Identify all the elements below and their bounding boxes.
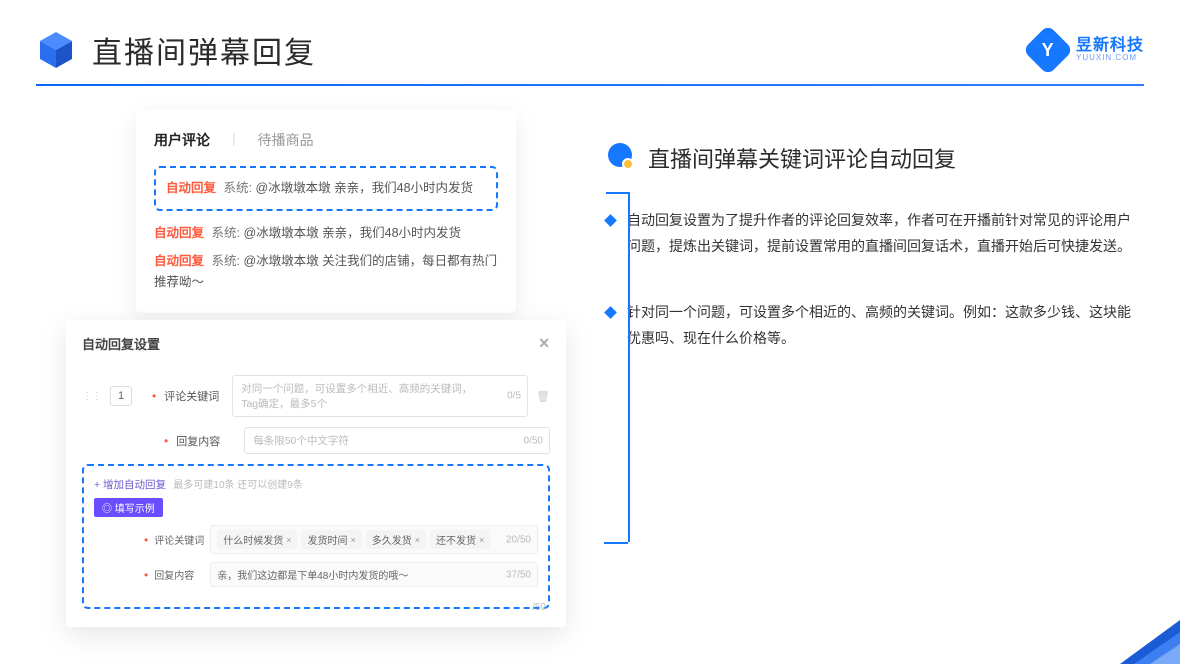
brand-name: 昱新科技 xyxy=(1076,37,1144,55)
tag-remove-icon[interactable]: × xyxy=(415,535,420,545)
keyword-input[interactable]: 对同一个问题，可设置多个相近、高频的关键词，Tag确定，最多5个 0/5 xyxy=(232,375,528,417)
tag-remove-icon[interactable]: × xyxy=(286,535,291,545)
settings-title: 自动回复设置 xyxy=(82,334,160,353)
close-icon[interactable]: ✕ xyxy=(538,335,550,352)
page-title: 直播间弹幕回复 xyxy=(92,28,316,72)
connector-line xyxy=(604,542,628,544)
example-reply-input[interactable]: 亲，我们这边都是下单48小时内发货的哦～ 37/50 xyxy=(210,562,538,587)
highlighted-comment: 自动回复 系统: @冰墩墩本墩 亲亲，我们48小时内发货 xyxy=(154,166,498,211)
reply-label: 回复内容 xyxy=(176,433,236,449)
bullet-text: 自动回复设置为了提升作者的评论回复效率，作者可在开播前针对常见的评论用户问题，提… xyxy=(627,208,1144,260)
comments-tabs: 用户评论 | 待播商品 xyxy=(154,130,498,150)
right-column: 直播间弹幕关键词评论自动回复 自动回复设置为了提升作者的评论回复效率，作者可在开… xyxy=(606,102,1144,392)
auto-reply-settings-modal: 自动回复设置 ✕ ⋮⋮ 1 • 评论关键词 对同一个问题，可设置多个相近、高频的… xyxy=(66,320,566,627)
header-left: 直播间弹幕回复 xyxy=(36,28,316,72)
required-dot: • xyxy=(164,434,168,448)
left-column: 用户评论 | 待播商品 自动回复 系统: @冰墩墩本墩 亲亲，我们48小时内发货… xyxy=(36,102,566,582)
add-auto-reply-link[interactable]: + 增加自动回复 xyxy=(94,479,166,491)
keyword-row: ⋮⋮ 1 • 评论关键词 对同一个问题，可设置多个相近、高频的关键词，Tag确定… xyxy=(82,375,550,417)
example-reply-counter: 37/50 xyxy=(506,569,531,580)
keyword-counter: 0/5 xyxy=(507,391,521,402)
section-title: 直播间弹幕关键词评论自动回复 xyxy=(606,142,1144,174)
brand-logo: Y 昱新科技 YUUXIN.COM xyxy=(1030,32,1144,68)
example-keyword-input[interactable]: 什么时候发货×发货时间× 多久发货×还不发货× 20/50 xyxy=(210,525,538,554)
diamond-icon xyxy=(604,306,617,319)
example-tag[interactable]: 还不发货× xyxy=(430,530,490,549)
reply-counter: 0/50 xyxy=(524,435,543,446)
tab-user-comments[interactable]: 用户评论 xyxy=(154,130,210,150)
corner-decoration xyxy=(1150,644,1180,664)
drag-handle-icon[interactable]: ⋮⋮ xyxy=(82,391,102,402)
example-tag[interactable]: 什么时候发货× xyxy=(217,530,297,549)
example-tag[interactable]: 发货时间× xyxy=(301,530,361,549)
diamond-icon xyxy=(604,214,617,227)
brand-sub: YUUXIN.COM xyxy=(1076,54,1144,63)
add-hint: 最多可建10条 还可以创建9条 xyxy=(173,480,302,491)
comment-line-3: 自动回复 系统: @冰墩墩本墩 关注我们的店铺，每日都有热门推荐呦～ xyxy=(154,251,498,294)
keyword-label: 评论关键词 xyxy=(164,388,224,404)
example-chip: ◎ 填写示例 xyxy=(94,498,163,517)
cube-icon xyxy=(36,30,76,70)
tab-divider: | xyxy=(232,130,236,150)
example-tag[interactable]: 多久发货× xyxy=(366,530,426,549)
section-heading: 直播间弹幕关键词评论自动回复 xyxy=(648,142,956,174)
required-dot: • xyxy=(144,568,148,582)
index-box: 1 xyxy=(110,386,132,406)
bullet-item-1: 自动回复设置为了提升作者的评论回复效率，作者可在开播前针对常见的评论用户问题，提… xyxy=(606,208,1144,260)
example-keyword-counter: 20/50 xyxy=(506,534,531,545)
brand-mark-icon: Y xyxy=(1023,25,1074,76)
reply-input[interactable]: 每条限50个中文字符 0/50 xyxy=(244,427,550,454)
comment-line-1: 自动回复 系统: @冰墩墩本墩 亲亲，我们48小时内发货 xyxy=(166,178,486,199)
bullet-item-2: 针对同一个问题，可设置多个相近的、高频的关键词。例如：这款多少钱、这块能优惠吗、… xyxy=(606,300,1144,352)
bullet-text: 针对同一个问题，可设置多个相近的、高频的关键词。例如：这款多少钱、这块能优惠吗、… xyxy=(627,300,1144,352)
header-divider xyxy=(36,84,1144,86)
tag-remove-icon[interactable]: × xyxy=(350,535,355,545)
required-dot: • xyxy=(144,533,148,547)
stray-counter: /50 xyxy=(532,602,546,613)
required-dot: • xyxy=(152,389,156,403)
example-group: + 增加自动回复 最多可建10条 还可以创建9条 ◎ 填写示例 • 评论关键词 … xyxy=(82,464,550,609)
example-keyword-row: • 评论关键词 什么时候发货×发货时间× 多久发货×还不发货× 20/50 xyxy=(94,525,538,554)
orb-icon xyxy=(606,143,636,173)
trash-icon[interactable]: 🗑 xyxy=(536,390,550,403)
example-reply-row: • 回复内容 亲，我们这边都是下单48小时内发货的哦～ 37/50 xyxy=(94,562,538,587)
reply-row: • 回复内容 每条限50个中文字符 0/50 xyxy=(82,427,550,454)
tag-remove-icon[interactable]: × xyxy=(479,535,484,545)
tab-pending-goods[interactable]: 待播商品 xyxy=(258,130,314,150)
comments-card: 用户评论 | 待播商品 自动回复 系统: @冰墩墩本墩 亲亲，我们48小时内发货… xyxy=(136,110,516,313)
comment-line-2: 自动回复 系统: @冰墩墩本墩 亲亲，我们48小时内发货 xyxy=(154,223,498,244)
page-header: 直播间弹幕回复 Y 昱新科技 YUUXIN.COM xyxy=(0,0,1180,84)
example-reply-label: 回复内容 xyxy=(154,567,204,582)
example-keyword-label: 评论关键词 xyxy=(154,532,204,547)
